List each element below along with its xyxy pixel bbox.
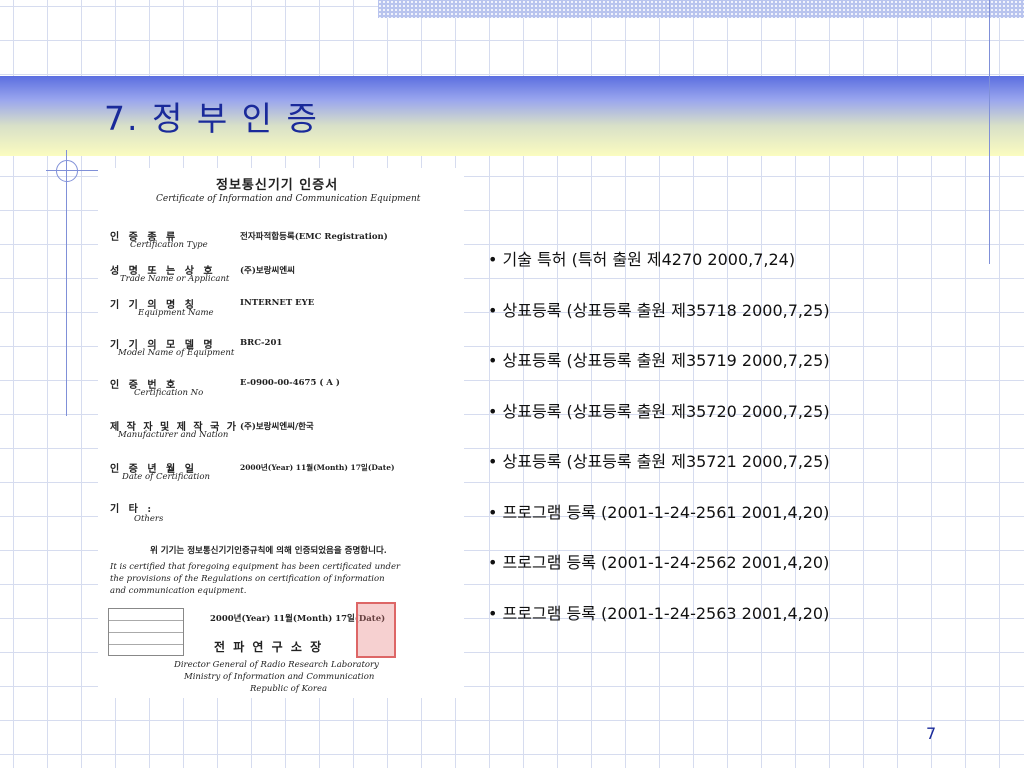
cert-issuer-en-line1: Director General of Radio Research Labor… [174, 660, 379, 670]
list-item-text: 상표등록 (상표등록 출원 제35718 2000,7,25) [502, 300, 830, 320]
decor-vertical-line-right [989, 0, 990, 264]
cert-row-value: INTERNET EYE [240, 298, 315, 308]
decor-circle [56, 160, 78, 182]
list-item-text: 상표등록 (상표등록 출원 제35721 2000,7,25) [502, 452, 830, 471]
cert-row-label-en: Certification Type [130, 240, 208, 250]
list-item: • 상표등록 (상표등록 출원 제35721 2000,7,25) [488, 448, 830, 499]
list-item-text: 프로그램 등록 (2001-1-24-2563 2001,4,20) [502, 603, 830, 623]
list-item-text: 상표등록 (상표등록 출원 제35720 2000,7,25) [502, 401, 830, 421]
list-item: • 상표등록 (상표등록 출원 제35718 2000,7,25) [488, 297, 830, 348]
bullet: • [488, 351, 498, 370]
list-item: • 프로그램 등록 (2001-1-24-2562 2001,4,20) [488, 549, 830, 600]
list-item-text: 프로그램 등록 (2001-1-24-2562 2001,4,20) [502, 553, 830, 572]
bullet: • [488, 250, 498, 269]
cert-title-ko: 정보통신기기 인증서 [216, 178, 339, 193]
cert-statement-en-line2: the provisions of the Regulations on cer… [110, 574, 385, 584]
list-item: • 프로그램 등록 (2001-1-24-2563 2001,4,20) [488, 600, 830, 651]
cert-title-en: Certificate of Information and Communica… [156, 194, 421, 204]
list-item-text: 기술 특허 (특허 출원 제4270 2000,7,24) [502, 250, 796, 269]
cert-row-value: 전자파적합등록(EMC Registration) [240, 232, 388, 242]
cert-row-value: 2000년(Year) 11월(Month) 17일(Date) [240, 463, 395, 472]
cert-row-label-en: Trade Name or Applicant [120, 274, 230, 284]
cert-statement-ko: 위 기기는 정보통신기기인증규칙에 의해 인증되었음을 증명합니다. [150, 546, 387, 556]
cert-row-label-en: Model Name of Equipment [118, 348, 235, 358]
cert-row-value: (주)보랑씨엔씨/한국 [240, 422, 314, 432]
list-item: • 기술 특허 (특허 출원 제4270 2000,7,24) [488, 246, 830, 297]
cert-statement-en-line3: and communication equipment. [110, 586, 247, 596]
list-item: • 상표등록 (상표등록 출원 제35720 2000,7,25) [488, 398, 830, 449]
cert-issuer-ko: 전 파 연 구 소 장 [214, 640, 324, 654]
certification-list: • 기술 특허 (특허 출원 제4270 2000,7,24) • 상표등록 (… [488, 246, 830, 650]
list-item: • 상표등록 (상표등록 출원 제35719 2000,7,25) [488, 347, 830, 398]
bullet: • [488, 452, 498, 471]
cert-row-label-en: Manufacturer and Nation [118, 430, 229, 440]
list-item-text: 상표등록 (상표등록 출원 제35719 2000,7,25) [502, 351, 830, 370]
cert-row-value: (주)보랑씨엔씨 [240, 266, 295, 276]
cert-issuer-en-line2: Ministry of Information and Communicatio… [184, 672, 375, 682]
cert-row-label-en: Certification No [134, 388, 204, 398]
cert-row-label-en: Equipment Name [138, 308, 214, 318]
page-number: 7 [926, 724, 937, 743]
cert-statement-en-line1: It is certified that foregoing equipment… [110, 562, 401, 572]
slide-title: 7. 정 부 인 증 [104, 99, 319, 138]
decor-vertical-line-left [66, 150, 67, 416]
cert-row-label-en: Others [134, 514, 164, 524]
cert-row-value: BRC-201 [240, 338, 283, 348]
list-item-text: 프로그램 등록 (2001-1-24-2561 2001,4,20) [502, 502, 830, 522]
cert-issuer-en-line3: Republic of Korea [250, 684, 328, 694]
certificate-image: 정보통신기기 인증서 Certificate of Information an… [98, 168, 464, 698]
official-seal-stamp [356, 602, 396, 658]
top-pattern-bar [378, 0, 1024, 18]
cert-row-label-en: Date of Certification [122, 472, 210, 482]
bullet: • [488, 603, 498, 623]
list-item: • 프로그램 등록 (2001-1-24-2561 2001,4,20) [488, 499, 830, 550]
bullet: • [488, 401, 498, 421]
bullet: • [488, 300, 498, 320]
cert-small-table [108, 608, 184, 656]
cert-row-value: E-0900-00-4675 ( A ) [240, 378, 340, 388]
cert-row-label-ko: 기 타 : [110, 504, 155, 515]
bullet: • [488, 553, 498, 572]
bullet: • [488, 502, 498, 522]
